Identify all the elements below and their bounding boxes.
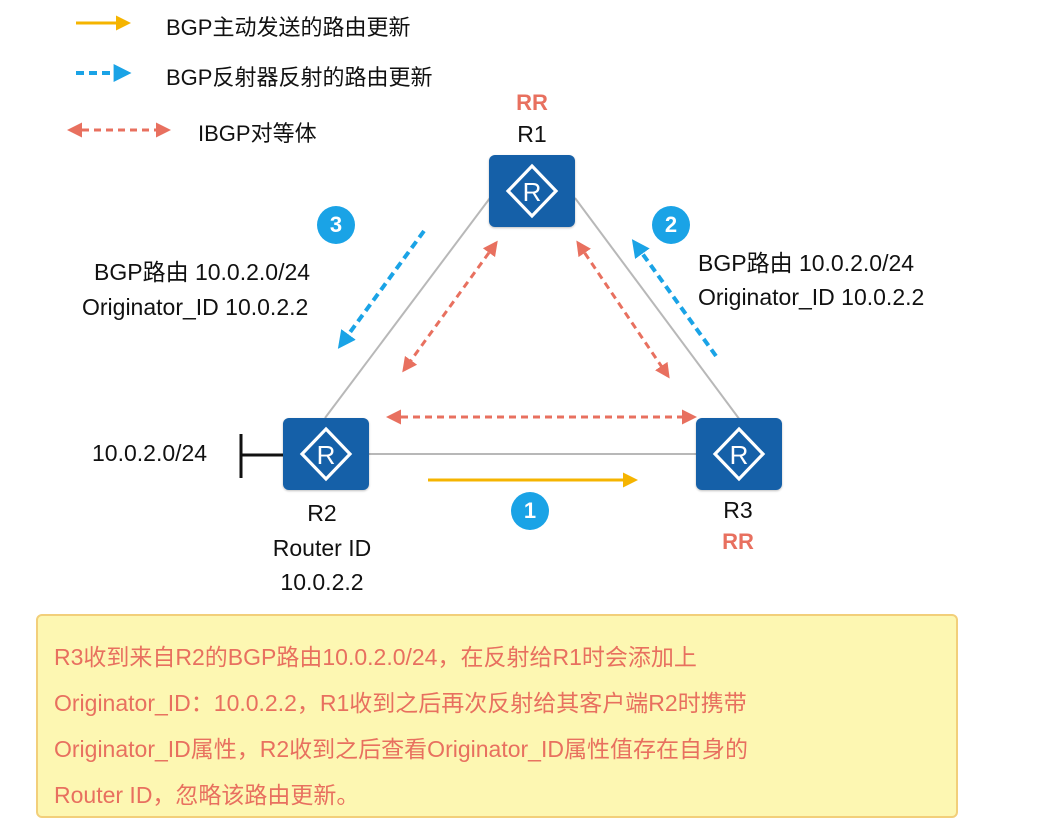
r1-role-label: RR: [516, 90, 548, 115]
network-label: 10.0.2.0/24: [92, 440, 208, 466]
r1-name-label: R1: [517, 121, 547, 147]
router-r2-icon: R: [283, 418, 369, 490]
ibgp-peer-r1-r2: [402, 240, 498, 373]
r2-name-label: R2: [307, 500, 337, 526]
route-info-left-prefix: BGP路由 10.0.2.0/24: [94, 259, 311, 285]
r2-router-id-value: 10.0.2.2: [280, 569, 364, 595]
svg-text:R: R: [730, 440, 749, 470]
router-r3-icon: R: [696, 418, 782, 490]
note-line-4: Router ID，忽略该路由更新。: [54, 782, 360, 808]
route-info-left-originator: Originator_ID 10.0.2.2: [82, 294, 309, 320]
note-line-2: Originator_ID：10.0.2.2，R1收到之后再次反射给其客户端R2…: [54, 690, 747, 716]
r3-name-label: R3: [723, 497, 753, 523]
note-line-1: R3收到来自R2的BGP路由10.0.2.0/24，在反射给R1时会添加上: [54, 644, 697, 670]
route-info-right-prefix: BGP路由 10.0.2.0/24: [698, 250, 915, 276]
step-badge-1: 1: [511, 492, 549, 530]
router-r1-icon: R: [489, 155, 575, 227]
svg-text:R: R: [523, 177, 542, 207]
legend-label-reflect: BGP反射器反射的路由更新: [166, 65, 433, 90]
r2-router-id-label: Router ID: [272, 535, 372, 561]
reflect-arrow-r1-to-r2: [337, 229, 426, 349]
legend-label-update: BGP主动发送的路由更新: [166, 15, 411, 40]
step-badge-3: 3: [317, 206, 355, 244]
r3-role-label: RR: [722, 529, 754, 554]
note-line-3: Originator_ID属性，R2收到之后查看Originator_ID属性值…: [54, 736, 748, 762]
route-info-right-originator: Originator_ID 10.0.2.2: [698, 284, 925, 310]
step-badge-2: 2: [652, 206, 690, 244]
svg-text:R: R: [317, 440, 336, 470]
legend-label-peer: IBGP对等体: [198, 121, 317, 146]
explanation-note: R3收到来自R2的BGP路由10.0.2.0/24，在反射给R1时会添加上 Or…: [36, 614, 958, 818]
